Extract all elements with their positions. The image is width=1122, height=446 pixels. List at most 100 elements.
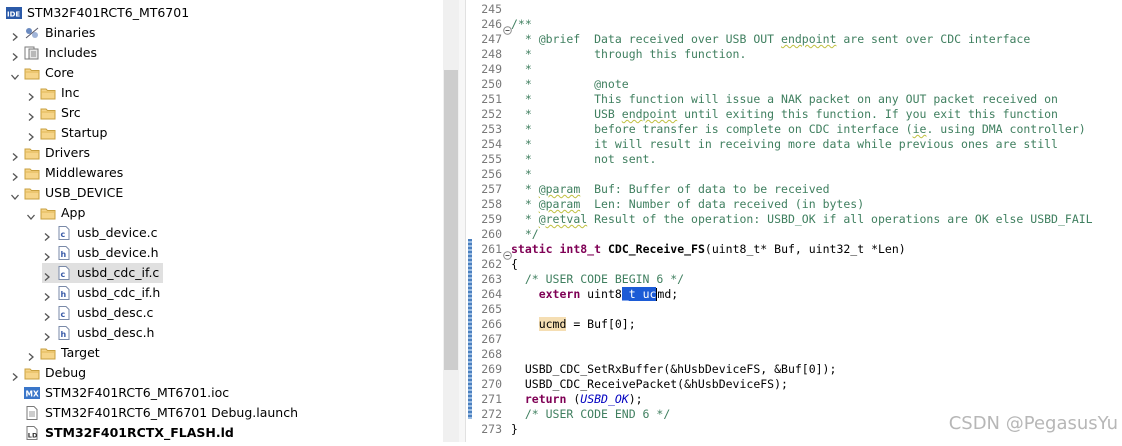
tree-item[interactable]: Binaries <box>10 23 95 43</box>
code-line[interactable]: * @brief Data received over USB OUT endp… <box>511 32 1030 47</box>
code-line[interactable]: * @param Buf: Buffer of data to be recei… <box>511 182 830 197</box>
c-file-icon: c <box>56 266 72 280</box>
line-number: 262 <box>481 257 502 271</box>
code-line[interactable]: * This function will issue a NAK packet … <box>511 92 1058 107</box>
chevron-right-icon[interactable] <box>26 348 36 361</box>
code-line[interactable]: * @note <box>511 77 629 92</box>
chevron-down-icon[interactable] <box>10 188 20 200</box>
watermark: CSDN @PegasusYu <box>948 413 1118 434</box>
chevron-right-icon[interactable] <box>42 228 52 241</box>
tree-item[interactable]: c usb_device.c <box>42 223 158 243</box>
code-token: USBD_CDC_SetRxBuffer(&hUsbDeviceFS, &Buf… <box>511 362 837 376</box>
tree-item[interactable]: App <box>26 203 85 223</box>
tree-item[interactable]: Src <box>26 103 81 123</box>
tree-item-label: usb_device.c <box>77 225 158 240</box>
chevron-right-icon[interactable] <box>10 148 20 161</box>
chevron-right-icon[interactable] <box>42 308 52 321</box>
code-line[interactable]: extern uint8_t ucmd; <box>511 287 678 302</box>
chevron-down-icon[interactable] <box>10 68 20 80</box>
code-line[interactable]: USBD_CDC_SetRxBuffer(&hUsbDeviceFS, &Buf… <box>511 362 837 377</box>
code-line[interactable]: * <box>511 62 532 77</box>
chevron-right-icon[interactable] <box>42 248 52 261</box>
chevron-right-icon[interactable] <box>26 88 36 101</box>
svg-text:c: c <box>61 270 66 279</box>
project-explorer: IDE STM32F401RCT6_MT6701 Binaries Includes C… <box>0 0 443 442</box>
code-line[interactable]: } <box>511 422 518 437</box>
chevron-right-icon[interactable] <box>42 268 52 281</box>
code-token: CDC_Receive_FS <box>607 242 705 256</box>
tree-item[interactable]: Startup <box>26 123 107 143</box>
chevron-right-icon[interactable] <box>42 328 52 341</box>
project-ide-icon: IDE <box>6 6 22 20</box>
tree-item[interactable]: USB_DEVICE <box>10 183 123 203</box>
code-token: @retval <box>538 212 588 226</box>
line-number: 257 <box>481 182 502 196</box>
tree-item[interactable]: Core <box>10 63 74 83</box>
chevron-right-icon[interactable] <box>10 28 20 41</box>
h-file-icon: h <box>56 286 72 300</box>
tree-item-label: Core <box>45 65 74 80</box>
chevron-right-icon[interactable] <box>42 288 52 301</box>
code-token: md; <box>657 287 679 301</box>
code-line[interactable]: * USB endpoint until exiting this functi… <box>511 107 1058 122</box>
code-line[interactable]: * <box>511 167 532 182</box>
chevron-right-icon[interactable] <box>10 368 20 381</box>
code-token: endpoint <box>621 107 678 121</box>
code-line[interactable]: * before transfer is complete on CDC int… <box>511 122 1086 137</box>
code-line[interactable]: ucmd = Buf[0]; <box>511 317 636 332</box>
line-number: 259 <box>481 212 502 226</box>
code-token: USBD_CDC_ReceivePacket(&hUsbDeviceFS); <box>511 377 788 391</box>
code-token: * it will result in receiving more data … <box>511 137 1058 151</box>
line-number: 247 <box>481 32 502 46</box>
code-line[interactable]: static int8_t CDC_Receive_FS(uint8_t* Bu… <box>511 242 906 257</box>
code-line[interactable]: */ <box>511 227 539 242</box>
code-line[interactable]: /** <box>511 17 532 32</box>
code-line[interactable]: /* USER CODE END 6 */ <box>511 407 670 422</box>
code-line[interactable]: * not sent. <box>511 152 657 167</box>
code-line[interactable]: * through this function. <box>511 47 747 62</box>
code-line[interactable]: * @param Len: Number of data received (i… <box>511 197 864 212</box>
code-line[interactable]: /* USER CODE BEGIN 6 */ <box>511 272 684 287</box>
explorer-scrollbar[interactable] <box>443 0 459 442</box>
tree-item[interactable]: c usbd_cdc_if.c <box>42 263 164 283</box>
line-number: 248 <box>481 47 502 61</box>
ld-file-icon: LD <box>24 426 40 440</box>
code-line[interactable]: return (USBD_OK); <box>511 392 643 407</box>
tree-item[interactable]: LD STM32F401RCTX_FLASH.ld <box>10 423 234 443</box>
tree-item[interactable]: Includes <box>10 43 97 63</box>
tree-item[interactable]: Inc <box>26 83 79 103</box>
tree-item[interactable]: Drivers <box>10 143 90 163</box>
chevron-right-icon[interactable] <box>10 168 20 181</box>
tree-item[interactable]: STM32F401RCT6_MT6701 Debug.launch <box>10 403 298 423</box>
tree-item[interactable]: Target <box>26 343 100 363</box>
tree-item-label: usbd_cdc_if.c <box>77 265 160 280</box>
code-line[interactable]: * @retval Result of the operation: USBD_… <box>511 212 1093 227</box>
code-line[interactable]: { <box>511 257 518 272</box>
svg-text:IDE: IDE <box>7 11 20 19</box>
code-editor[interactable]: 245 246 /** 247 * @brief Data received over… <box>466 0 1122 442</box>
tree-item-label: Drivers <box>45 145 90 160</box>
tree-item[interactable]: IDE STM32F401RCT6_MT6701 <box>6 3 189 23</box>
tree-item[interactable]: h usbd_cdc_if.h <box>42 283 160 303</box>
chevron-right-icon[interactable] <box>26 108 36 121</box>
binaries-icon <box>24 26 40 40</box>
tree-item[interactable]: h usbd_desc.h <box>42 323 154 343</box>
tree-item[interactable]: MX STM32F401RCT6_MT6701.ioc <box>10 383 229 403</box>
code-token: static <box>511 242 553 256</box>
chevron-down-icon[interactable] <box>26 208 36 220</box>
pane-splitter[interactable] <box>459 0 466 442</box>
tree-item[interactable]: Middlewares <box>10 163 123 183</box>
folder-icon <box>24 146 40 160</box>
line-number: 271 <box>481 392 502 406</box>
explorer-scrollbar-thumb[interactable] <box>444 70 458 370</box>
chevron-right-icon[interactable] <box>26 128 36 141</box>
folder-icon <box>24 166 40 180</box>
code-line[interactable]: USBD_CDC_ReceivePacket(&hUsbDeviceFS); <box>511 377 788 392</box>
code-line[interactable]: * it will result in receiving more data … <box>511 137 1058 152</box>
tree-item[interactable]: h usb_device.h <box>42 243 159 263</box>
tree-item[interactable]: c usbd_desc.c <box>42 303 153 323</box>
tree-item[interactable]: Debug <box>10 363 86 383</box>
chevron-right-icon[interactable] <box>10 48 20 61</box>
